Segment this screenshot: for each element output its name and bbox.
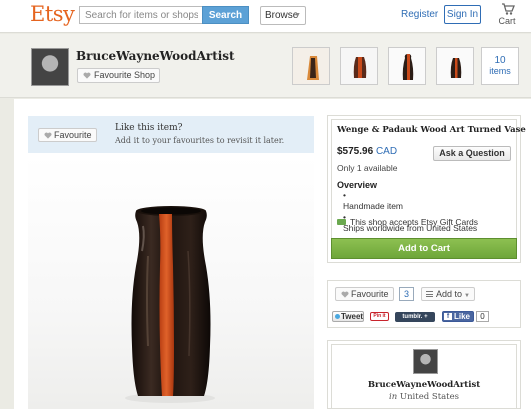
- browse-dropdown[interactable]: Browse ▼: [260, 6, 306, 25]
- heart-icon: [44, 132, 52, 139]
- shop-item-thumbnail[interactable]: [340, 47, 378, 85]
- shop-items-count[interactable]: 10 items: [481, 47, 519, 85]
- ask-question-button[interactable]: Ask a Question: [433, 146, 511, 161]
- currency-selector[interactable]: CAD: [376, 146, 397, 157]
- favourite-shop-label: Favourite Shop: [94, 70, 156, 80]
- cart-label: Cart: [498, 16, 516, 26]
- cart-icon: [502, 3, 515, 15]
- like-label: Like: [454, 312, 471, 321]
- list-icon: [426, 291, 433, 297]
- sign-in-button[interactable]: Sign In: [444, 5, 481, 24]
- search-bar: Search: [79, 6, 249, 24]
- overview-item: • Handmade item: [343, 190, 404, 211]
- search-button[interactable]: Search: [202, 6, 249, 24]
- shop-item-thumbnail[interactable]: [292, 47, 330, 85]
- favourite-prompt-subtitle: Add it to your favourites to revisit it …: [115, 136, 285, 145]
- price-value: $575.96: [337, 146, 374, 157]
- facebook-icon: f: [444, 313, 452, 320]
- seller-location: in United States: [331, 392, 517, 402]
- tweet-label: Tweet: [341, 312, 364, 321]
- add-to-cart-button[interactable]: Add to Cart: [331, 238, 517, 259]
- overview-heading: Overview: [337, 180, 378, 190]
- shop-avatar[interactable]: [31, 48, 69, 86]
- etsy-logo[interactable]: Etsy: [30, 2, 75, 26]
- items-count-value: 10: [494, 55, 506, 66]
- location-value: United States: [399, 392, 459, 402]
- add-to-label: Add to: [436, 289, 463, 299]
- gift-card-icon: [337, 219, 346, 225]
- tumblr-button[interactable]: tumblr. +: [395, 312, 435, 322]
- seller-avatar[interactable]: [413, 349, 438, 374]
- shop-header: BruceWayneWoodArtist Favourite Shop 10 i…: [0, 34, 531, 98]
- item-title: Wenge & Padauk Wood Art Turned Vase: [337, 125, 526, 135]
- heart-icon: [341, 291, 349, 298]
- heart-icon: [83, 72, 91, 79]
- twitter-bird-icon: [335, 314, 340, 319]
- favourite-button[interactable]: Favourite: [335, 287, 394, 301]
- like-count: 0: [476, 311, 489, 322]
- shop-item-thumbnail[interactable]: [388, 47, 426, 85]
- tweet-button[interactable]: Tweet: [332, 311, 364, 322]
- seller-name[interactable]: BruceWayneWoodArtist: [331, 380, 517, 390]
- location-prefix: in: [389, 392, 398, 402]
- cart-button[interactable]: Cart: [495, 2, 519, 30]
- gift-card-notice: This shop accepts Etsy Gift Cards: [337, 217, 478, 227]
- item-price: $575.96 CAD: [337, 146, 397, 157]
- overview-list: • Handmade item • Ships worldwide from U…: [343, 190, 477, 234]
- chevron-down-icon: ▼: [294, 12, 301, 19]
- search-input[interactable]: [79, 6, 203, 24]
- availability: Only 1 available: [337, 163, 398, 173]
- favourite-item-button[interactable]: Favourite: [38, 128, 97, 142]
- shop-item-thumbnail[interactable]: [436, 47, 474, 85]
- chevron-down-icon: ▼: [464, 293, 470, 299]
- add-to-list-button[interactable]: Add to ▼: [421, 287, 475, 301]
- product-photo[interactable]: [28, 156, 314, 409]
- vase-image: [125, 206, 215, 403]
- favourite-label: Favourite: [351, 289, 389, 299]
- favourite-shop-button[interactable]: Favourite Shop: [77, 68, 160, 83]
- facebook-like-button[interactable]: f Like: [442, 311, 474, 322]
- items-count-label: items: [489, 66, 511, 76]
- favourite-count[interactable]: 3: [399, 287, 414, 301]
- pin-it-button[interactable]: Pin it: [370, 312, 389, 321]
- register-link[interactable]: Register: [401, 9, 438, 20]
- favourite-prompt-title: Like this item?: [115, 123, 183, 133]
- favourite-item-label: Favourite: [54, 130, 92, 140]
- top-header: Etsy Search Browse ▼ Register Sign In Ca…: [0, 0, 531, 33]
- shop-name[interactable]: BruceWayneWoodArtist: [76, 49, 235, 63]
